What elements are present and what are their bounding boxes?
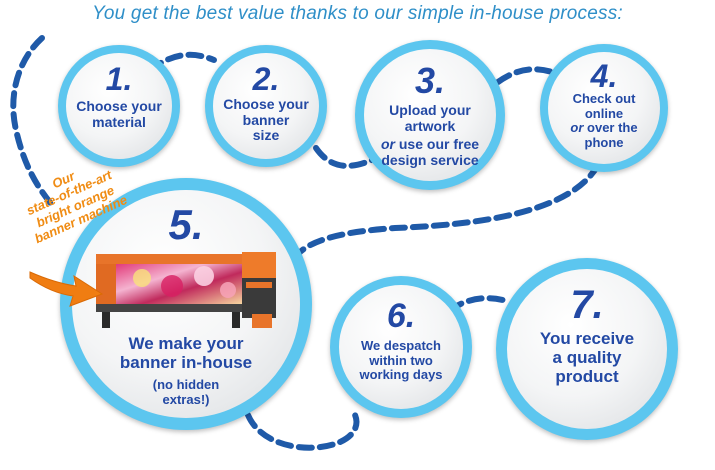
headline: You get the best value thanks to our sim… [92,3,623,24]
step-5-text-line-2: banner in-house [119,353,253,373]
step-1-text-line-2: material [92,113,146,130]
step-7-text-line-1: You receive [539,329,635,348]
banner-machine-image [96,252,276,328]
step-2-text-line-3: size [252,127,280,144]
step-6-text-line-2: within two [369,352,433,368]
dashed-path-5-end [245,407,360,451]
step-5-text-line-1: We make your [128,334,244,353]
step-4-or-rest: over the [583,120,638,136]
step-5-sub-line-1: (no hidden [152,377,220,392]
step-6-number: 6. [386,297,416,335]
step-2-text-line-1: Choose your [223,96,309,112]
step-7-number: 7. [570,283,604,327]
step-4-or-word: or [570,120,584,136]
process-diagram: You get the best value thanks to our sim… [0,0,715,470]
step-3-text-or-line: or use our free [364,137,496,153]
step-3-text-line-4: design service [381,152,479,169]
step-7-text-line-2: a quality [552,348,622,368]
step-7-circle: 7. You receive a quality product [496,258,678,440]
step-4-text-or-line: or over the [548,120,660,136]
step-4-text-line-2: online [584,105,624,121]
step-3-circle: 3. Upload your artwork or use our free d… [355,40,505,190]
step-2-text-line-2: banner [242,111,290,128]
step-4-text-line-4: phone [584,134,624,150]
step-5-sub-line-2: extras!) [162,391,210,407]
step-6-circle: 6. We despatch within two working days [330,276,472,418]
step-4-number: 4. [590,58,618,94]
step-4-circle: 4. Check out online or over the phone [540,44,668,172]
step-4-text-line-1: Check out [572,91,636,106]
step-6-text-line-3: working days [359,367,443,383]
step-3-number: 3. [414,60,446,101]
step-3-text-line-2: artwork [404,117,456,134]
step-6-text-line-1: We despatch [361,338,441,353]
callout-arrow-icon [29,271,104,307]
step-1-number: 1. [105,61,133,97]
step-3-or-rest: use our free [394,136,480,153]
step-3-text-line-1: Upload your [389,102,471,118]
step-7-text-line-3: product [555,367,619,387]
step-3-or-word: or [380,136,395,153]
step-2-number: 2. [252,61,280,97]
step-1-text-line-1: Choose your [76,98,162,114]
step-2-circle: 2. Choose your banner size [205,45,327,167]
dashed-path-3-4 [495,66,555,85]
